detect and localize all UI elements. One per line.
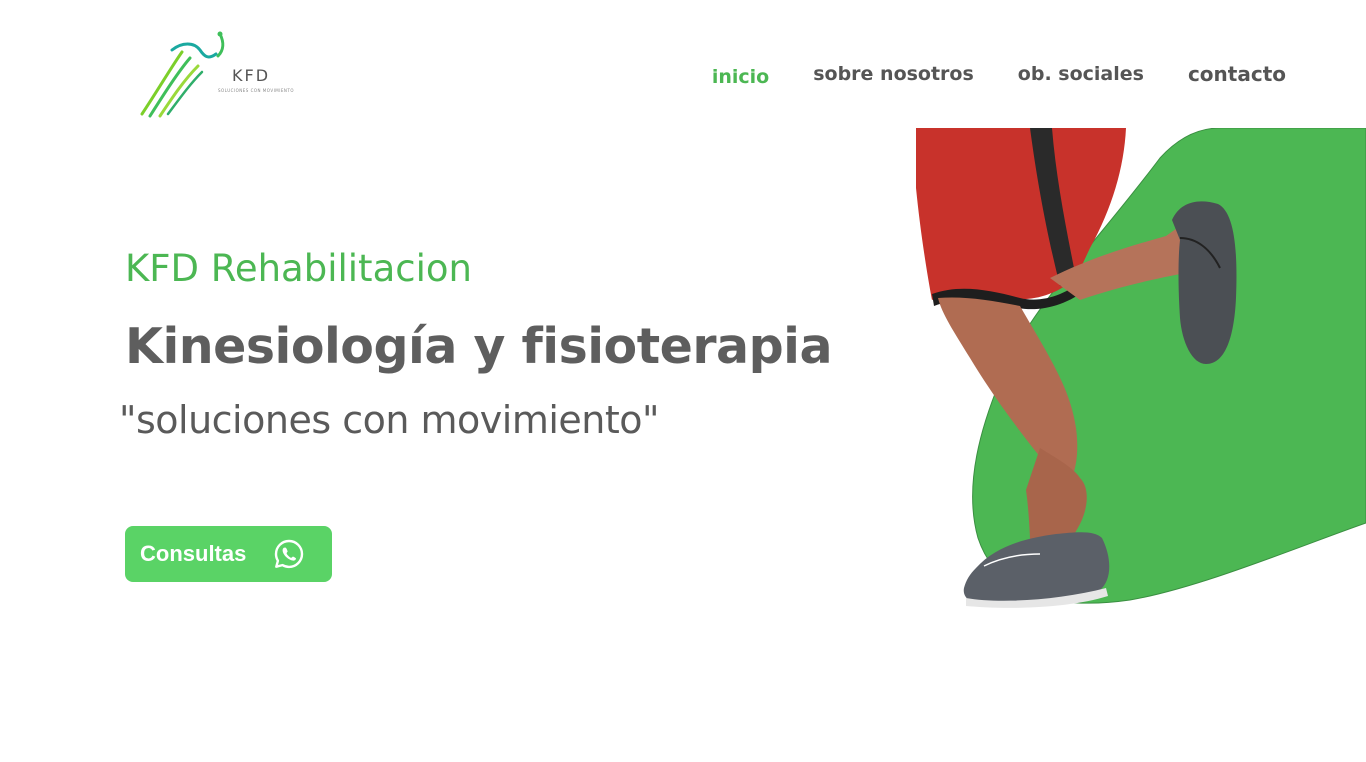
logo-tagline: SOLUCIONES CON MOVIMIENTO	[218, 88, 294, 93]
main-nav: inicio sobre nosotros ob. sociales conta…	[668, 62, 1286, 88]
logo-text: KFD	[232, 66, 271, 85]
nav-item-inicio[interactable]: inicio	[712, 66, 769, 88]
runner-logo-icon	[140, 31, 225, 118]
nav-item-contacto[interactable]: contacto	[1188, 62, 1286, 86]
nav-item-ob-sociales[interactable]: ob. sociales	[1018, 63, 1144, 85]
hero-slogan: "soluciones con movimiento"	[119, 398, 660, 442]
whatsapp-icon	[274, 539, 304, 569]
runner-legs-image	[916, 128, 1366, 608]
consultas-button[interactable]: Consultas	[125, 526, 332, 582]
hero-title: Kinesiología y fisioterapia	[125, 318, 833, 375]
hero-subtitle: KFD Rehabilitacion	[125, 247, 472, 290]
nav-item-sobre-nosotros[interactable]: sobre nosotros	[813, 63, 974, 85]
site-logo[interactable]: KFD SOLUCIONES CON MOVIMIENTO	[138, 28, 298, 120]
consultas-button-label: Consultas	[140, 541, 247, 566]
page: KFD SOLUCIONES CON MOVIMIENTO inicio sob…	[0, 0, 1366, 762]
